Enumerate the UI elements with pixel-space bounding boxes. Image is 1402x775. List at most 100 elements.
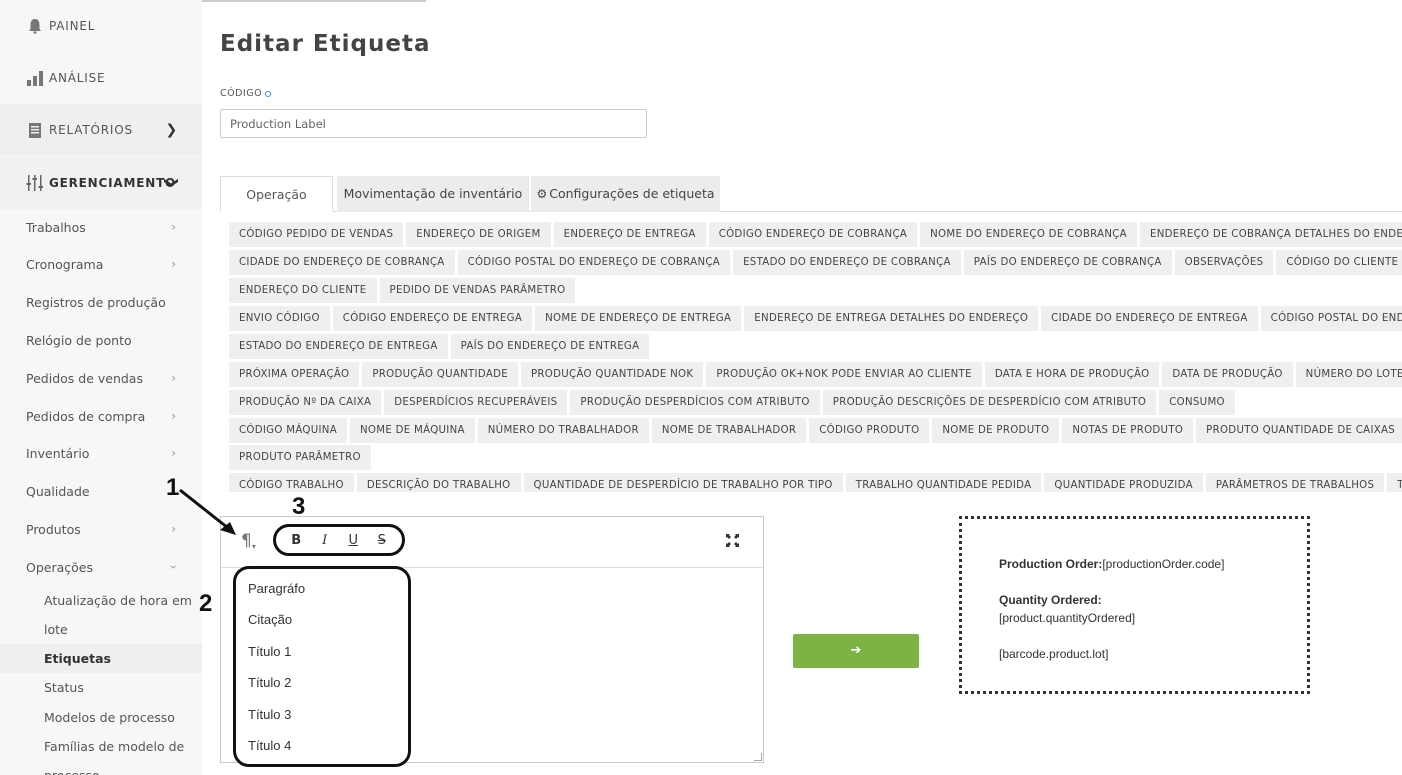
field-tag[interactable]: PRODUÇÃO QUANTIDADE: [362, 362, 518, 387]
field-tag[interactable]: TRABALHO QUANTIDADE PEDIDA: [845, 473, 1042, 492]
field-tag[interactable]: TRABALHO QUANTIDADE: [1387, 473, 1402, 492]
nav-relogio[interactable]: Relógio de ponto: [0, 321, 202, 359]
page-title: Editar Etiqueta: [220, 31, 431, 57]
field-tag[interactable]: PRODUÇÃO OK+NOK PODE ENVIAR AO CLIENTE: [706, 362, 982, 387]
nav-status-label: Status: [44, 680, 84, 695]
chevron-down-icon: ❯: [163, 176, 180, 190]
field-tag[interactable]: ENVIO CÓDIGO: [229, 306, 330, 331]
resize-handle[interactable]: [754, 753, 762, 761]
field-tag[interactable]: PARÂMETROS DE TRABALHOS: [1205, 473, 1385, 492]
nav-produtos[interactable]: Produtos ›: [0, 510, 202, 548]
nav-atualizacao-hora[interactable]: Atualização de hora em: [0, 586, 202, 615]
dropdown-item-paragrafo[interactable]: Paragráfo: [248, 581, 305, 596]
field-tag[interactable]: ENDEREÇO DO CLIENTE: [229, 278, 377, 303]
field-tag[interactable]: CÓDIGO POSTAL DO ENDEREÇO DE COBRANÇA: [457, 250, 731, 275]
chevron-right-icon: ›: [171, 220, 176, 234]
field-tag[interactable]: QUANTIDADE DE DESPERDÍCIO DE TRABALHO PO…: [523, 473, 843, 492]
nav-gerenciamento[interactable]: GERENCIAMENTO ❯: [0, 157, 202, 209]
field-tag[interactable]: CÓDIGO DO CLIENTE: [1276, 250, 1402, 275]
dropdown-item-titulo-4[interactable]: Título 4: [248, 738, 291, 753]
field-tag[interactable]: NOME DE TRABALHADOR: [651, 418, 807, 443]
field-tag[interactable]: ENDEREÇO DE ORIGEM: [406, 222, 551, 247]
nav-trabalhos[interactable]: Trabalhos ›: [0, 208, 202, 246]
field-tag[interactable]: PRODUTO QUANTIDADE DE CAIXAS: [1196, 418, 1402, 443]
tab-movimentacao-inventario[interactable]: Movimentação de inventário: [337, 176, 529, 212]
field-tag[interactable]: DESPERDÍCIOS RECUPERÁVEIS: [384, 390, 568, 415]
field-tag[interactable]: DESCRIÇÃO DO TRABALHO: [356, 473, 521, 492]
field-tag[interactable]: NOME DO ENDEREÇO DE COBRANÇA: [920, 222, 1137, 247]
nav-atualizacao-hora-cont[interactable]: lote: [0, 615, 202, 644]
field-tag[interactable]: DATA E HORA DE PRODUÇÃO: [984, 362, 1160, 387]
field-tag[interactable]: PRODUTO PARÂMETRO: [229, 445, 371, 470]
expand-icon[interactable]: [725, 533, 740, 552]
field-tag[interactable]: ESTADO DO ENDEREÇO DE COBRANÇA: [733, 250, 961, 275]
field-tag[interactable]: PRODUÇÃO Nº DA CAIXA: [229, 390, 382, 415]
nav-pedidos-compra[interactable]: Pedidos de compra ›: [0, 397, 202, 435]
nav-registros[interactable]: Registros de produção: [0, 283, 202, 321]
code-field-label: CÓDIGO: [220, 88, 272, 99]
convert-button[interactable]: ➔: [793, 634, 919, 668]
nav-relatorios[interactable]: RELATÓRIOS ❯: [0, 104, 202, 156]
strikethrough-button[interactable]: S: [373, 533, 391, 548]
field-tag[interactable]: ENDEREÇO DE ENTREGA DETALHES DO ENDEREÇO: [744, 306, 1039, 331]
bold-button[interactable]: B: [287, 533, 305, 548]
nav-etiquetas[interactable]: Etiquetas: [0, 644, 202, 673]
field-tag[interactable]: PRODUÇÃO DESCRIÇÕES DE DESPERDÍCIO COM A…: [822, 390, 1157, 415]
paragraph-format-button[interactable]: ¶▾: [241, 531, 256, 551]
field-tag[interactable]: ENDEREÇO DE ENTREGA: [553, 222, 706, 247]
field-tag[interactable]: ESTADO DO ENDEREÇO DE ENTREGA: [229, 334, 448, 359]
field-tag[interactable]: NOME DE PRODUTO: [932, 418, 1060, 443]
field-tag[interactable]: PAÍS DO ENDEREÇO DE ENTREGA: [450, 334, 650, 359]
field-tag[interactable]: CÓDIGO TRABALHO: [229, 473, 354, 492]
code-input[interactable]: [220, 109, 647, 138]
annotation-number-3: 3: [292, 493, 306, 520]
nav-cronograma[interactable]: Cronograma ›: [0, 245, 202, 283]
nav-pedidos-vendas[interactable]: Pedidos de vendas ›: [0, 359, 202, 397]
nav-operacoes[interactable]: Operações ›: [0, 548, 202, 586]
nav-analise[interactable]: ANÁLISE: [0, 52, 202, 104]
nav-familias-modelo-cont[interactable]: processo: [0, 761, 202, 775]
field-tag-row: PRÓXIMA OPERAÇÃO PRODUÇÃO QUANTIDADE PRODU…: [229, 362, 1402, 387]
field-tag[interactable]: QUANTIDADE PRODUZIDA: [1044, 473, 1203, 492]
field-tag[interactable]: CÓDIGO PRODUTO: [809, 418, 930, 443]
field-tag[interactable]: PRÓXIMA OPERAÇÃO: [229, 362, 360, 387]
underline-button[interactable]: U: [344, 533, 362, 548]
dropdown-item-titulo-3[interactable]: Título 3: [248, 707, 291, 722]
italic-button[interactable]: I: [316, 533, 334, 548]
nav-pedidos-compra-label: Pedidos de compra: [26, 408, 146, 424]
tab-configuracoes-etiqueta[interactable]: ⚙ Configurações de etiqueta: [531, 176, 720, 212]
field-tag[interactable]: CÓDIGO ENDEREÇO DE ENTREGA: [332, 306, 533, 331]
field-tag[interactable]: PRODUÇÃO DESPERDÍCIOS COM ATRIBUTO: [570, 390, 820, 415]
field-tag[interactable]: NOME DE MÁQUINA: [349, 418, 475, 443]
field-tag[interactable]: DATA DE PRODUÇÃO: [1162, 362, 1293, 387]
field-tag[interactable]: PEDIDO DE VENDAS PARÂMETRO: [379, 278, 576, 303]
dropdown-item-citacao[interactable]: Citação: [248, 612, 292, 627]
field-tag[interactable]: CÓDIGO ENDEREÇO DE COBRANÇA: [708, 222, 918, 247]
field-tag[interactable]: ENDEREÇO DE COBRANÇA DETALHES DO ENDEREÇ…: [1139, 222, 1402, 247]
dropdown-item-titulo-2[interactable]: Título 2: [248, 675, 291, 690]
field-tag[interactable]: PRODUÇÃO QUANTIDADE NOK: [520, 362, 704, 387]
field-tag[interactable]: CIDADE DO ENDEREÇO DE COBRANÇA: [229, 250, 455, 275]
preview-quantity-ordered-label: Quantity Ordered:: [999, 593, 1102, 607]
field-tag[interactable]: CÓDIGO POSTAL DO ENDEREÇO DE ENTREGA: [1260, 306, 1402, 331]
nav-status[interactable]: Status: [0, 673, 202, 702]
nav-modelos-label: Modelos de processo: [44, 710, 175, 725]
preview-line-production-order: Production Order:[productionOrder.code]: [999, 557, 1224, 571]
nav-familias-modelo[interactable]: Famílias de modelo de: [0, 732, 202, 761]
field-tag[interactable]: NÚMERO DO LOTE: [1295, 362, 1402, 387]
field-tag[interactable]: NÚMERO DO TRABALHADOR: [477, 418, 649, 443]
field-tag[interactable]: CONSUMO: [1159, 390, 1235, 415]
tab-operacao[interactable]: Operação: [220, 176, 333, 212]
nav-atualizacao-label-cont: lote: [44, 622, 68, 637]
field-tag[interactable]: PAÍS DO ENDEREÇO DE COBRANÇA: [963, 250, 1172, 275]
field-tag[interactable]: NOTAS DE PRODUTO: [1062, 418, 1194, 443]
field-tag[interactable]: CÓDIGO PEDIDO DE VENDAS: [229, 222, 404, 247]
field-tag[interactable]: NOME DE ENDEREÇO DE ENTREGA: [535, 306, 742, 331]
nav-modelos-processo[interactable]: Modelos de processo: [0, 703, 202, 732]
field-tag[interactable]: CIDADE DO ENDEREÇO DE ENTREGA: [1041, 306, 1258, 331]
field-tag[interactable]: OBSERVAÇÕES: [1174, 250, 1274, 275]
nav-inventario[interactable]: Inventário ›: [0, 434, 202, 472]
dropdown-item-titulo-1[interactable]: Título 1: [248, 644, 291, 659]
field-tag[interactable]: CÓDIGO MÁQUINA: [229, 418, 347, 443]
nav-painel[interactable]: PAINEL: [0, 0, 202, 52]
